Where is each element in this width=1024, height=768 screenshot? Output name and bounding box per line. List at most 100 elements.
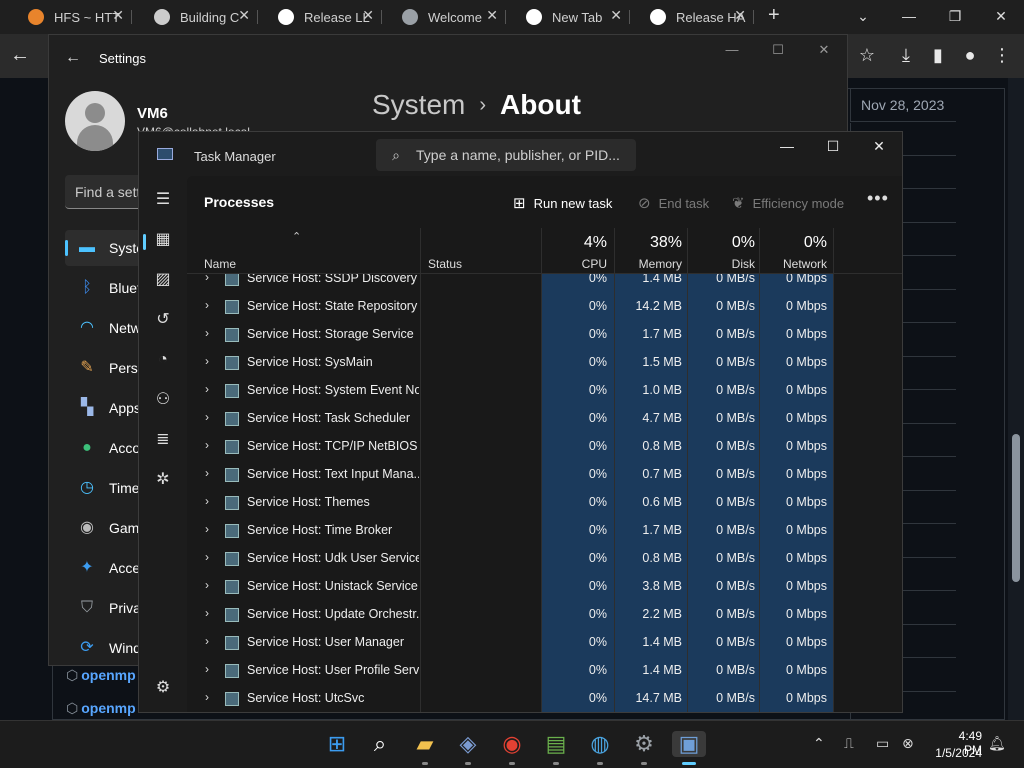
browser-tab[interactable]: New Tab ✕	[506, 4, 630, 30]
expand-chevron-icon[interactable]: ›	[205, 354, 209, 368]
clock-date[interactable]: 1/5/2024	[928, 746, 982, 760]
download-icon[interactable]: ⤓	[895, 45, 917, 67]
browser-tab[interactable]: Welcome ✕	[382, 4, 506, 30]
expand-chevron-icon[interactable]: ›	[205, 382, 209, 396]
search-icon[interactable]: ⌕	[367, 731, 393, 757]
process-row[interactable]: › Service Host: System Event No... 0% 1.0 M…	[187, 379, 902, 407]
expand-chevron-icon[interactable]: ›	[205, 326, 209, 340]
end-task-button[interactable]: ⊘ End task	[638, 193, 709, 213]
process-row[interactable]: › Service Host: State Repository ... 0% 14.…	[187, 295, 902, 323]
expand-chevron-icon[interactable]: ›	[205, 690, 209, 704]
package-link[interactable]: ⬡ openmp	[66, 700, 136, 717]
chevron-up-icon[interactable]: ⌃	[813, 735, 825, 752]
display-icon[interactable]: ▭	[876, 735, 889, 752]
process-row[interactable]: › Service Host: Text Input Mana... 0% 0.7 M…	[187, 463, 902, 491]
tab-close-icon[interactable]: ✕	[238, 7, 250, 24]
restore-icon[interactable]: ❐	[932, 0, 978, 34]
start-icon[interactable]: ⊞	[324, 731, 350, 757]
chrome-icon[interactable]: ◉	[499, 731, 525, 757]
expand-chevron-icon[interactable]: ›	[205, 494, 209, 508]
expand-chevron-icon[interactable]: ›	[205, 438, 209, 452]
startup-apps-icon[interactable]: ◔	[151, 348, 175, 372]
maximize-icon[interactable]: ☐	[755, 35, 801, 65]
chevron-down-icon[interactable]: ⌄	[840, 0, 886, 34]
performance-icon[interactable]: ▨	[151, 268, 175, 292]
task-manager-icon[interactable]: ▣	[672, 731, 706, 757]
browser-tab[interactable]: HFS ~ HTT ✕	[8, 4, 132, 30]
file-explorer-icon[interactable]: ▰	[412, 731, 438, 757]
process-row[interactable]: › Service Host: Update Orchestr... 0% 2.2 M…	[187, 603, 902, 631]
process-row[interactable]: › Service Host: Task Scheduler 0% 4.7 MB 0 M…	[187, 407, 902, 435]
expand-chevron-icon[interactable]: ›	[205, 550, 209, 564]
expand-chevron-icon[interactable]: ›	[205, 634, 209, 648]
process-row[interactable]: › Service Host: User Profile Servi... 0% 1.…	[187, 659, 902, 687]
expand-chevron-icon[interactable]: ›	[205, 578, 209, 592]
expand-chevron-icon[interactable]: ›	[205, 522, 209, 536]
close-icon[interactable]: ✕	[978, 0, 1024, 34]
expand-chevron-icon[interactable]: ›	[205, 466, 209, 480]
breadcrumb-parent[interactable]: System	[372, 89, 465, 121]
package-link[interactable]: ⬡ openmp	[66, 667, 136, 684]
hamburger-menu-icon[interactable]: ☰	[151, 188, 175, 212]
settings-gear-icon[interactable]: ⚙	[151, 676, 175, 700]
network-icon[interactable]: ⎍	[844, 735, 854, 752]
globe-icon[interactable]: ◍	[587, 731, 613, 757]
app-icon[interactable]: ◈	[455, 731, 481, 757]
process-row[interactable]: › Service Host: SysMain 0% 1.5 MB 0 MB/s 0 Mb…	[187, 351, 902, 379]
side-panel-icon[interactable]: ▮	[927, 45, 949, 67]
process-row[interactable]: › Service Host: Themes 0% 0.6 MB 0 MB/s 0 Mbp…	[187, 491, 902, 519]
back-icon[interactable]: ←	[65, 49, 81, 67]
browser-tab[interactable]: Release HA ✕	[630, 4, 754, 30]
star-icon[interactable]: ☆	[856, 45, 878, 67]
expand-chevron-icon[interactable]: ›	[205, 410, 209, 424]
process-row[interactable]: › Service Host: TCP/IP NetBIOS ... 0% 0.8 M…	[187, 435, 902, 463]
menu-icon[interactable]: ⋮	[991, 45, 1013, 67]
maximize-icon[interactable]: ☐	[810, 132, 856, 160]
browser-tab[interactable]: Release LL ✕	[258, 4, 382, 30]
process-row[interactable]: › Service Host: Udk User Service... 0% 0.8 …	[187, 547, 902, 575]
minimize-icon[interactable]: —	[764, 132, 810, 160]
tab-close-icon[interactable]: ✕	[362, 7, 374, 24]
expand-chevron-icon[interactable]: ›	[205, 274, 209, 284]
process-row[interactable]: › Service Host: Storage Service 0% 1.7 MB 0 …	[187, 323, 902, 351]
process-row[interactable]: › Service Host: Unistack Service ... 0% 3.8…	[187, 575, 902, 603]
process-row[interactable]: › Service Host: Time Broker 0% 1.7 MB 0 MB/s…	[187, 519, 902, 547]
notification-bell-icon[interactable]: 🔔︎	[988, 735, 1006, 752]
minimize-icon[interactable]: —	[709, 35, 755, 65]
tab-close-icon[interactable]: ✕	[486, 7, 498, 24]
tab-close-icon[interactable]: ✕	[610, 7, 622, 24]
avatar[interactable]	[65, 91, 125, 151]
browser-tab[interactable]: Building C ✕	[134, 4, 258, 30]
profile-icon[interactable]: ●	[959, 45, 981, 67]
settings-icon[interactable]: ⚙	[631, 731, 657, 757]
run-new-task-button[interactable]: ⊞ Run new task	[513, 193, 612, 213]
tab-close-icon[interactable]: ✕	[734, 7, 746, 24]
process-row[interactable]: › Service Host: UtcSvc 0% 14.7 MB 0 MB/s 0 Mb…	[187, 687, 902, 712]
close-icon[interactable]: ✕	[856, 132, 902, 160]
minimize-icon[interactable]: —	[886, 0, 932, 34]
new-tab-button[interactable]: +	[768, 4, 780, 27]
users-icon[interactable]: ⚇	[151, 388, 175, 412]
details-icon[interactable]: ≣	[151, 428, 175, 452]
network-column-header[interactable]: Network	[759, 257, 827, 271]
process-row[interactable]: › Service Host: User Manager 0% 1.4 MB 0 MB/…	[187, 631, 902, 659]
scroll-thumb[interactable]	[1012, 434, 1020, 582]
status-column-header[interactable]: Status	[428, 257, 462, 271]
task-manager-search-input[interactable]: ⌕ Type a name, publisher, or PID...	[376, 139, 636, 171]
notepad-icon[interactable]: ▤	[543, 731, 569, 757]
efficiency-mode-button[interactable]: ❦ Efficiency mode	[732, 193, 844, 213]
name-column-header[interactable]: Name	[204, 257, 236, 271]
page-scrollbar[interactable]	[1008, 78, 1024, 720]
disk-column-header[interactable]: Disk	[687, 257, 755, 271]
process-row[interactable]: › Service Host: SSDP Discovery 0% 1.4 MB 0 M…	[187, 274, 902, 295]
volume-muted-icon[interactable]: ⊗	[902, 735, 914, 752]
browser-back-icon[interactable]: ←	[10, 44, 30, 67]
memory-column-header[interactable]: Memory	[614, 257, 682, 271]
services-icon[interactable]: ✲	[151, 468, 175, 492]
expand-chevron-icon[interactable]: ›	[205, 662, 209, 676]
tab-close-icon[interactable]: ✕	[112, 7, 124, 24]
more-options-icon[interactable]: •••	[867, 188, 889, 209]
cpu-column-header[interactable]: CPU	[541, 257, 607, 271]
expand-chevron-icon[interactable]: ›	[205, 606, 209, 620]
app-history-icon[interactable]: ↺	[151, 308, 175, 332]
